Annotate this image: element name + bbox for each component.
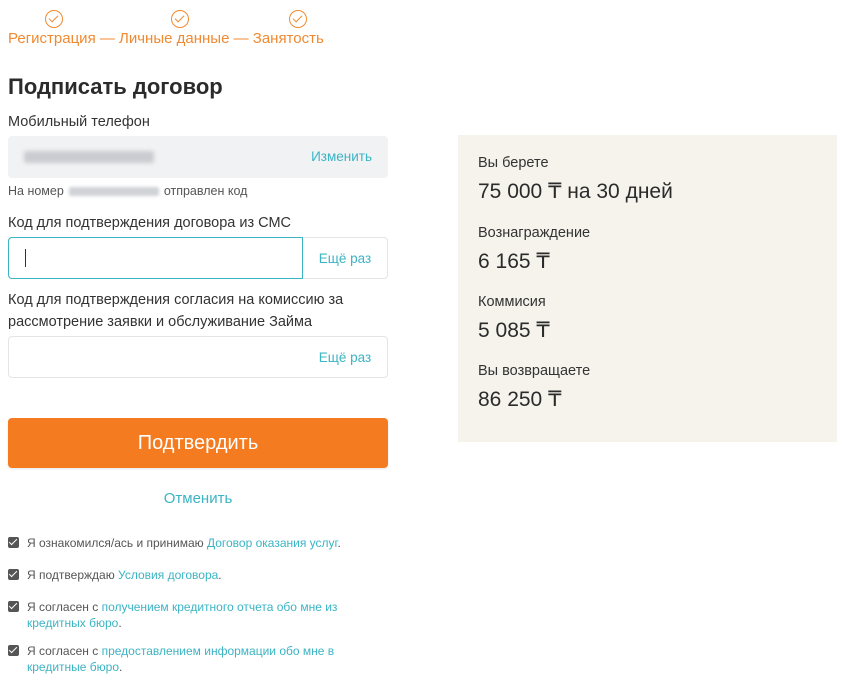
step-registration-check-icon — [45, 10, 63, 28]
agreement-services: Я ознакомился/ась и принимаю Договор ока… — [8, 535, 378, 551]
phone-number-redacted — [24, 151, 154, 163]
loan-summary-panel: Вы берете 75 000 ₸ на 30 дней Вознагражд… — [458, 135, 837, 442]
page-title: Подписать договор — [8, 74, 223, 99]
steps-label: Регистрация — Личные данные — Занятость — [8, 30, 324, 47]
take-value: 75 000 ₸ на 30 дней — [478, 180, 673, 203]
commission-code-input[interactable] — [9, 337, 303, 377]
cancel-link[interactable]: Отменить — [8, 490, 388, 507]
sent-number-redacted — [68, 186, 159, 196]
agreement-terms: Я подтверждаю Условия договора. — [8, 567, 378, 583]
phone-label: Мобильный телефон — [8, 114, 150, 130]
sms-code-label: Код для подтверждения договора из СМС — [8, 215, 292, 231]
commission-label: Коммисия — [478, 294, 546, 310]
agreement-services-checkbox[interactable] — [8, 537, 19, 548]
text-caret — [25, 249, 26, 267]
agreement-credit-report: Я согласен с получением кредитного отчет… — [8, 599, 378, 631]
return-label: Вы возвращаете — [478, 363, 591, 379]
agreement-info-sharing-checkbox[interactable] — [8, 645, 19, 656]
resend-commission-code-link[interactable]: Ещё раз — [303, 337, 387, 377]
agreement-info-sharing: Я согласен с предоставлением информации … — [8, 643, 378, 675]
sms-code-group: Ещё раз — [8, 237, 388, 279]
change-phone-link[interactable]: Изменить — [311, 149, 372, 164]
sms-code-input[interactable] — [8, 237, 303, 279]
commission-value: 5 085 ₸ — [478, 319, 550, 342]
agreement-credit-report-text: Я согласен с получением кредитного отчет… — [27, 600, 338, 630]
resend-sms-code-link[interactable]: Ещё раз — [303, 238, 387, 278]
take-label: Вы берете — [478, 155, 549, 171]
reward-label: Вознаграждение — [478, 225, 591, 241]
agreement-services-text: Я ознакомился/ась и принимаю Договор ока… — [27, 536, 341, 550]
contract-terms-link[interactable]: Условия договора — [118, 568, 218, 582]
reward-value: 6 165 ₸ — [478, 250, 550, 273]
confirm-button[interactable]: Подтвердить — [8, 418, 388, 468]
agreement-info-sharing-text: Я согласен с предоставлением информации … — [27, 644, 335, 674]
progress-steps: Регистрация — Личные данные — Занятость — [8, 8, 348, 50]
commission-code-label-line1: Код для подтверждения согласия на комисс… — [8, 292, 344, 308]
agreement-terms-text: Я подтверждаю Условия договора. — [27, 568, 222, 582]
code-sent-prefix: На номер — [8, 184, 64, 198]
step-employment-check-icon — [289, 10, 307, 28]
agreement-terms-checkbox[interactable] — [8, 569, 19, 580]
commission-code-label-line2: рассмотрение заявки и обслуживание Займа — [8, 314, 313, 330]
code-sent-suffix: отправлен код — [163, 184, 248, 198]
return-value: 86 250 ₸ — [478, 388, 562, 411]
agreement-credit-report-checkbox[interactable] — [8, 601, 19, 612]
phone-field: Изменить — [8, 136, 388, 178]
code-sent-note: На номер отправлен код — [8, 184, 247, 198]
step-personal-data-check-icon — [171, 10, 189, 28]
commission-code-group: Ещё раз — [8, 336, 388, 378]
services-contract-link[interactable]: Договор оказания услуг — [207, 536, 338, 550]
